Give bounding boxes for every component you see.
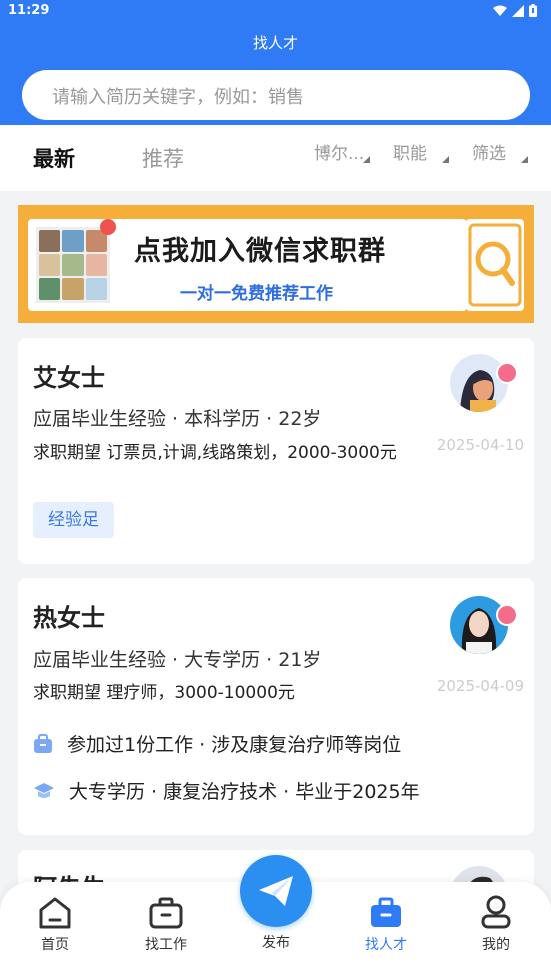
experience-tag: 经验足 — [33, 502, 114, 538]
education-history-text: 大专学历 · 康复治疗技术 · 毕业于2025年 — [69, 781, 420, 803]
user-icon — [481, 895, 511, 929]
resume-card[interactable]: 热女士 应届毕业生经验 · 大专学历 · 21岁 2025-04-09 求职期望… — [18, 578, 534, 835]
magnifier-icon — [466, 219, 524, 311]
filter-location[interactable]: 博尔... — [314, 139, 370, 164]
gender-female-icon — [496, 362, 518, 384]
notification-dot — [100, 219, 116, 235]
filter-more[interactable]: 筛选 — [472, 139, 528, 164]
banner-card: 点我加入微信求职群 一对一免费推荐工作 — [28, 219, 467, 311]
tab-find-talent[interactable]: 找人才 — [346, 894, 426, 954]
filter-more-label: 筛选 — [472, 144, 506, 164]
group-avatar-grid — [36, 227, 110, 303]
resume-card[interactable]: 艾女士 应届毕业生经验 · 本科学历 · 22岁 2025-04-10 求职期望… — [18, 338, 534, 564]
search-input[interactable]: 请输入简历关键字，例如：销售 — [22, 70, 530, 120]
status-bar: 11:29 — [0, 0, 551, 24]
filter-location-label: 博尔... — [314, 144, 365, 164]
battery-icon — [529, 4, 537, 17]
wechat-group-banner[interactable]: 点我加入微信求职群 一对一免费推荐工作 — [18, 205, 534, 323]
filter-function[interactable]: 职能 — [393, 139, 449, 164]
graduation-cap-icon — [34, 782, 54, 798]
page-title: 找人才 — [252, 34, 298, 52]
filter-function-label: 职能 — [393, 144, 427, 164]
system-icons — [493, 4, 537, 17]
signal-icon — [512, 4, 524, 17]
candidate-meta: 应届毕业生经验 · 大专学历 · 21岁 — [33, 649, 322, 671]
status-time: 11:29 — [8, 3, 50, 18]
post-date: 2025-04-09 — [436, 677, 524, 695]
candidate-name: 热女士 — [33, 604, 105, 632]
work-history: 参加过1份工作 · 涉及康复治疗师等岗位 — [33, 730, 401, 757]
banner-title: 点我加入微信求职群 — [134, 236, 386, 267]
briefcase-icon — [149, 897, 183, 929]
candidate-meta: 应届毕业生经验 · 本科学历 · 22岁 — [33, 408, 322, 430]
tab-bar: 最新 推荐 博尔... 职能 筛选 — [0, 125, 551, 191]
dropdown-triangle-icon — [442, 156, 449, 163]
tab-mine-label: 我的 — [482, 937, 510, 953]
wifi-icon — [493, 5, 507, 16]
candidate-avatar — [450, 596, 508, 654]
work-history-text: 参加过1份工作 · 涉及康复治疗师等岗位 — [67, 734, 402, 756]
tab-find-job-label: 找工作 — [145, 937, 187, 953]
education-history: 大专学历 · 康复治疗技术 · 毕业于2025年 — [33, 777, 420, 804]
tab-find-job[interactable]: 找工作 — [126, 894, 206, 954]
dropdown-triangle-icon — [521, 156, 528, 163]
briefcase-filled-icon — [371, 897, 401, 927]
search-placeholder: 请输入简历关键字，例如：销售 — [52, 87, 304, 108]
dropdown-triangle-icon — [363, 156, 370, 163]
paper-plane-icon — [259, 876, 293, 906]
post-date: 2025-04-10 — [436, 436, 524, 454]
home-icon — [39, 897, 71, 929]
gender-female-icon — [496, 604, 518, 626]
publish-label: 发布 — [262, 935, 290, 951]
tab-recommend[interactable]: 推荐 — [142, 143, 184, 173]
tab-home-label: 首页 — [41, 937, 69, 953]
tab-home[interactable]: 首页 — [15, 894, 95, 954]
tab-find-talent-label: 找人才 — [365, 937, 407, 953]
job-expectation: 求职期望 理疗师，3000-10000元 — [33, 683, 295, 703]
top-header: 找人才 请输入简历关键字，例如：销售 — [0, 24, 551, 125]
job-expectation: 求职期望 订票员,计调,线路策划，2000-3000元 — [33, 443, 397, 463]
home-indicator-area — [0, 974, 551, 980]
tab-latest[interactable]: 最新 — [33, 143, 75, 173]
tab-mine[interactable]: 我的 — [456, 894, 536, 954]
banner-subtitle: 一对一免费推荐工作 — [180, 284, 333, 304]
briefcase-icon — [34, 733, 52, 753]
candidate-avatar — [450, 354, 508, 412]
publish-button[interactable] — [240, 855, 312, 927]
candidate-name: 艾女士 — [33, 364, 105, 392]
